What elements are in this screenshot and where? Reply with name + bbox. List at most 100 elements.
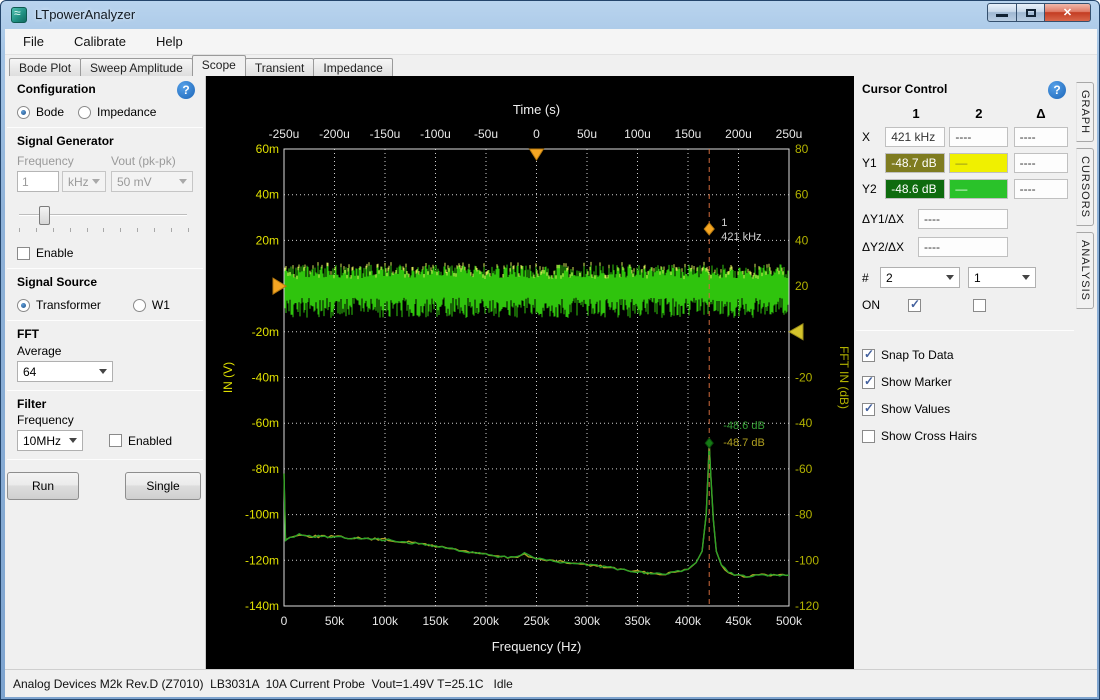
peak-marker[interactable] bbox=[705, 438, 713, 448]
cursor2-on-checkbox[interactable] bbox=[973, 299, 986, 312]
svg-text:-60m: -60m bbox=[252, 416, 279, 430]
tab-bode-plot[interactable]: Bode Plot bbox=[9, 58, 81, 76]
transformer-radio-label: Transformer bbox=[36, 298, 101, 312]
impedance-radio-label: Impedance bbox=[97, 105, 156, 119]
filter-frequency-select[interactable]: 10MHz bbox=[17, 430, 83, 451]
svg-text:-40m: -40m bbox=[252, 371, 279, 385]
snap-to-data-checkbox[interactable] bbox=[862, 349, 875, 362]
svg-text:-140m: -140m bbox=[245, 599, 279, 613]
tab-scope[interactable]: Scope bbox=[192, 55, 246, 76]
vout-select[interactable]: 50 mV bbox=[111, 171, 193, 192]
svg-text:20m: 20m bbox=[256, 233, 279, 247]
svg-text:150k: 150k bbox=[422, 614, 449, 628]
average-value: 64 bbox=[23, 365, 36, 379]
svg-text:250u: 250u bbox=[776, 127, 803, 141]
frequency-unit-select[interactable]: kHz bbox=[62, 171, 106, 192]
status-bar: Analog Devices M2k Rev.D (Z7010) LB3031A… bbox=[5, 669, 1097, 697]
tab-impedance[interactable]: Impedance bbox=[313, 58, 392, 76]
menu-calibrate[interactable]: Calibrate bbox=[62, 30, 138, 53]
frequency-label: Frequency bbox=[17, 154, 107, 168]
help-icon[interactable]: ? bbox=[1048, 81, 1066, 99]
cursor2-count-select[interactable]: 1 bbox=[968, 267, 1036, 288]
cursor1-count-select[interactable]: 2 bbox=[880, 267, 960, 288]
svg-text:350k: 350k bbox=[624, 614, 651, 628]
menu-file[interactable]: File bbox=[11, 30, 56, 53]
show-cross-hairs-label: Show Cross Hairs bbox=[881, 429, 977, 443]
side-tab-cursors[interactable]: CURSORS bbox=[1076, 148, 1094, 226]
filter-enabled-checkbox[interactable] bbox=[109, 434, 122, 447]
side-tab-graph[interactable]: GRAPH bbox=[1076, 82, 1094, 142]
impedance-radio[interactable] bbox=[78, 106, 91, 119]
app-window: LTpowerAnalyzer ✕ File Calibrate Help Bo… bbox=[0, 0, 1100, 700]
minimize-button[interactable] bbox=[987, 3, 1017, 22]
title-bar[interactable]: LTpowerAnalyzer ✕ bbox=[1, 1, 1100, 29]
menu-help[interactable]: Help bbox=[144, 30, 195, 53]
y2-cursor2-field: — bbox=[949, 179, 1007, 199]
x-cursor2-field[interactable]: ---- bbox=[949, 127, 1007, 147]
dy2-dx-field: ---- bbox=[918, 237, 1008, 257]
slider-thumb[interactable] bbox=[39, 206, 50, 225]
y2-value-callout: -48.6 dB bbox=[723, 420, 765, 432]
cursor1-on-checkbox[interactable] bbox=[908, 299, 921, 312]
cursor-control-header: Cursor Control bbox=[862, 82, 1068, 96]
maximize-button[interactable] bbox=[1017, 3, 1045, 22]
svg-text:60m: 60m bbox=[256, 142, 279, 156]
svg-text:150u: 150u bbox=[675, 127, 702, 141]
y2-cursor1-field: -48.6 dB bbox=[885, 179, 945, 199]
filter-frequency-value: 10MHz bbox=[23, 434, 61, 448]
bode-radio[interactable] bbox=[17, 106, 30, 119]
dy2-dx-label: ΔY2/ΔX bbox=[862, 240, 914, 254]
fft-header: FFT bbox=[17, 327, 193, 341]
configuration-header: Configuration bbox=[17, 82, 193, 96]
w1-radio[interactable] bbox=[133, 299, 146, 312]
cursor-marker[interactable] bbox=[704, 223, 714, 235]
single-button[interactable]: Single bbox=[125, 472, 201, 500]
svg-text:-20m: -20m bbox=[252, 325, 279, 339]
time-zero-marker[interactable] bbox=[530, 149, 544, 160]
window-title: LTpowerAnalyzer bbox=[35, 7, 135, 22]
y1-delta-field: ---- bbox=[1014, 153, 1068, 173]
chevron-down-icon bbox=[92, 179, 100, 184]
scope-chart[interactable]: -250u-200u-150u-100u-50u050u100u150u200u… bbox=[206, 76, 854, 669]
help-icon[interactable]: ? bbox=[177, 81, 195, 99]
y2-row-label: Y2 bbox=[862, 182, 885, 196]
close-button[interactable]: ✕ bbox=[1045, 3, 1091, 22]
show-values-checkbox[interactable] bbox=[862, 403, 875, 416]
cursor-marker-number: 1 bbox=[721, 217, 727, 229]
menu-bar: File Calibrate Help bbox=[5, 29, 1097, 55]
cursor1-count-value: 2 bbox=[886, 271, 893, 285]
svg-text:40: 40 bbox=[795, 233, 809, 247]
svg-text:-100u: -100u bbox=[420, 127, 451, 141]
svg-text:-50u: -50u bbox=[474, 127, 498, 141]
svg-text:-100m: -100m bbox=[245, 508, 279, 522]
on-row-label: ON bbox=[862, 298, 886, 312]
frequency-unit-value: kHz bbox=[68, 175, 89, 189]
svg-text:250k: 250k bbox=[523, 614, 550, 628]
transformer-radio[interactable] bbox=[17, 299, 30, 312]
dy1-dx-label: ΔY1/ΔX bbox=[862, 212, 914, 226]
show-cross-hairs-checkbox[interactable] bbox=[862, 430, 875, 443]
chevron-down-icon bbox=[946, 275, 954, 280]
cursor1-column-header: 1 bbox=[886, 106, 946, 121]
cursor2-count-value: 1 bbox=[974, 271, 981, 285]
side-tab-strip: GRAPH CURSORS ANALYSIS bbox=[1076, 76, 1097, 669]
y1-value-callout: -48.7 dB bbox=[723, 437, 765, 449]
tab-transient[interactable]: Transient bbox=[245, 58, 315, 76]
run-button[interactable]: Run bbox=[7, 472, 79, 500]
side-tab-analysis[interactable]: ANALYSIS bbox=[1076, 232, 1094, 309]
svg-text:-120: -120 bbox=[795, 599, 819, 613]
show-marker-checkbox[interactable] bbox=[862, 376, 875, 389]
average-select[interactable]: 64 bbox=[17, 361, 113, 382]
maximize-icon bbox=[1026, 9, 1036, 17]
frequency-input[interactable] bbox=[17, 171, 59, 192]
chevron-down-icon bbox=[1022, 275, 1030, 280]
frequency-slider[interactable] bbox=[17, 206, 193, 224]
tab-sweep-amplitude[interactable]: Sweep Amplitude bbox=[80, 58, 193, 76]
svg-text:80: 80 bbox=[795, 142, 809, 156]
svg-text:-60: -60 bbox=[795, 462, 813, 476]
y2-delta-field: ---- bbox=[1014, 179, 1068, 199]
x-cursor1-field[interactable]: 421 kHz bbox=[885, 127, 945, 147]
svg-text:300k: 300k bbox=[574, 614, 601, 628]
enable-checkbox[interactable] bbox=[17, 247, 30, 260]
signal-source-header: Signal Source bbox=[17, 275, 193, 289]
